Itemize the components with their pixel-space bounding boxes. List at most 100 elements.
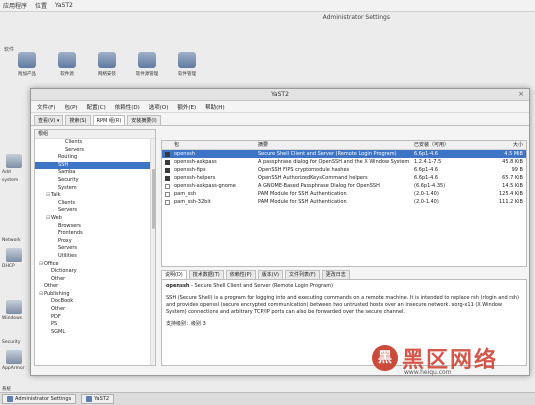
tree-item[interactable]: Clients [35, 200, 155, 208]
tab-versions[interactable]: 版本(V) [257, 270, 283, 279]
tree-item[interactable]: SSH [35, 161, 155, 170]
tree-item[interactable]: Servers [35, 245, 155, 253]
tree-item[interactable]: System [35, 185, 155, 193]
menu-configuration[interactable]: 配置(C) [87, 103, 106, 111]
tab-view[interactable]: 查看(V) ▾ [34, 115, 64, 125]
tree-item-label: Web [51, 214, 62, 221]
tree-item-label: PS [51, 321, 58, 328]
package-row[interactable]: openssh-helpers OpenSSH AuthorizedKeysCom… [162, 174, 526, 182]
tree-item[interactable]: SGML [35, 329, 155, 337]
package-name-cell: openssh-askpass [174, 159, 217, 165]
taskbar-yast2[interactable]: YaST2 [81, 394, 115, 404]
tree-item[interactable]: PDF [35, 314, 155, 322]
tree-item[interactable]: Frontends [35, 230, 155, 238]
package-size-cell: 14.5 KiB [502, 183, 523, 189]
tree-body: Clients Servers Routing SSH Samba Security Sys… [35, 139, 155, 336]
yast-panel-item[interactable]: YaST2 [55, 2, 73, 9]
tab-installation-summary[interactable]: 安装摘要(I) [127, 115, 161, 125]
package-name-cell: openssh-helpers [174, 175, 216, 181]
package-status-cell [162, 150, 172, 158]
package-rows: openssh Secure Shell Client and Server (R… [162, 150, 526, 206]
taskbar-admin-settings[interactable]: Administrator Settings [2, 394, 77, 404]
menu-file[interactable]: 文件(F) [37, 103, 55, 111]
install-checkbox[interactable] [164, 175, 170, 181]
package-row[interactable]: openssh Secure Shell Client and Server (R… [162, 150, 526, 158]
install-checkbox[interactable] [164, 191, 170, 197]
package-row[interactable]: pam_ssh-32bit PAM Module for SSH Authenti… [162, 198, 526, 206]
tree-item[interactable]: Servers [35, 147, 155, 155]
tree-item-label: Routing [58, 154, 78, 161]
admin-settings-title: Administrator Settings [322, 14, 390, 21]
menu-package[interactable]: 包(P) [64, 103, 77, 111]
package-name-cell: openssh [174, 151, 195, 157]
install-checkbox[interactable] [164, 167, 170, 173]
install-checkbox[interactable] [164, 199, 170, 205]
tree-item[interactable]: Dictionary [35, 268, 155, 276]
package-status-cell [162, 158, 172, 166]
tree-item[interactable]: Security [35, 177, 155, 185]
package-summary-cell: A GNOME-Based Passphrase Dialog for Open… [258, 183, 380, 189]
tree-item[interactable]: Servers [35, 207, 155, 215]
tree-item-label: Publishing [44, 290, 70, 297]
tree-item[interactable]: Samba [35, 169, 155, 177]
close-icon[interactable]: × [517, 91, 525, 99]
package-size-cell: 99 B [511, 167, 523, 173]
package-name-cell: pam_ssh-32bit [174, 199, 211, 205]
column-size[interactable]: 大小 [488, 141, 526, 149]
tree-item[interactable]: DocBook [35, 298, 155, 306]
package-row[interactable]: openssh-fips OpenSSH FIPS cryptomodule ha… [162, 166, 526, 174]
column-summary[interactable]: 摘要 [258, 141, 414, 149]
tree-scrollbar[interactable] [150, 139, 155, 365]
tree-item[interactable]: Clients [35, 139, 155, 147]
tree-item-label: Proxy [58, 237, 72, 244]
package-status-cell [162, 166, 172, 174]
tree-item[interactable]: Routing [35, 154, 155, 162]
menu-dependencies[interactable]: 依赖性(D) [115, 103, 140, 111]
install-checkbox[interactable] [164, 151, 170, 157]
tab-dependencies[interactable]: 依赖性(P) [225, 270, 256, 279]
package-row[interactable]: openssh-askpass A passphrase dialog for O… [162, 158, 526, 166]
description-package-name: openssh [166, 283, 190, 289]
top-panel: 应用程序 位置 YaST2 [0, 0, 535, 12]
tab-file-list[interactable]: 文件列表(F) [284, 270, 320, 279]
places-menu[interactable]: 位置 [35, 1, 47, 10]
tab-technical-data[interactable]: 技术数据(T) [188, 270, 224, 279]
menu-options[interactable]: 选项(O) [149, 103, 169, 111]
tab-description[interactable]: 说明(D) [161, 270, 187, 279]
apparmor-icon [6, 350, 22, 364]
tree-item[interactable]: Utilities [35, 253, 155, 261]
tab-changelog[interactable]: 更改日志 [321, 270, 350, 279]
package-summary-cell: OpenSSH FIPS cryptomodule hashes [258, 167, 350, 173]
yast2-title: YaST2 [271, 91, 289, 98]
tree-item[interactable]: Proxy [35, 238, 155, 246]
tree-item[interactable]: Other [35, 306, 155, 314]
menu-help[interactable]: 帮助(H) [205, 103, 224, 111]
applications-menu[interactable]: 应用程序 [3, 1, 27, 10]
tree-item-label: PDF [51, 313, 61, 320]
status-column-header[interactable] [162, 141, 172, 149]
menu-extras[interactable]: 额外(E) [177, 103, 196, 111]
tab-search[interactable]: 搜索(S) [65, 115, 91, 125]
tree-item[interactable]: ⊟Office [35, 261, 155, 269]
package-row[interactable]: pam_ssh PAM Module for SSH Authentication… [162, 190, 526, 198]
tab-rpm-groups[interactable]: RPM 组(R) [92, 115, 126, 125]
tree-item[interactable]: Browsers [35, 223, 155, 231]
tree-item[interactable]: ⊟Web [35, 215, 155, 223]
admin-left-column: Add system Network DHCP Windows AppArmor… [0, 104, 30, 394]
install-checkbox[interactable] [164, 183, 170, 189]
tree-item[interactable]: Other [35, 276, 155, 284]
tree-item[interactable]: Other [35, 283, 155, 291]
column-installed-available[interactable]: 已安装（可用） [414, 141, 488, 149]
tree-item[interactable]: ⊟Talk [35, 192, 155, 200]
tree-item-label: Security [58, 176, 79, 183]
tree-item[interactable]: PS [35, 321, 155, 329]
support-level: 支持级别：级别 3 [166, 321, 206, 327]
tree-item-label: Office [44, 260, 59, 267]
repo-manage-icon [138, 52, 156, 68]
tree-item-label: SGML [51, 328, 66, 335]
column-package[interactable]: 包 [172, 141, 258, 149]
tree-item[interactable]: ⊟Publishing [35, 291, 155, 299]
install-checkbox[interactable] [164, 159, 170, 165]
tree-scrollbar-thumb[interactable] [152, 169, 155, 229]
package-row[interactable]: openssh-askpass-gnome A GNOME-Based Passp… [162, 182, 526, 190]
